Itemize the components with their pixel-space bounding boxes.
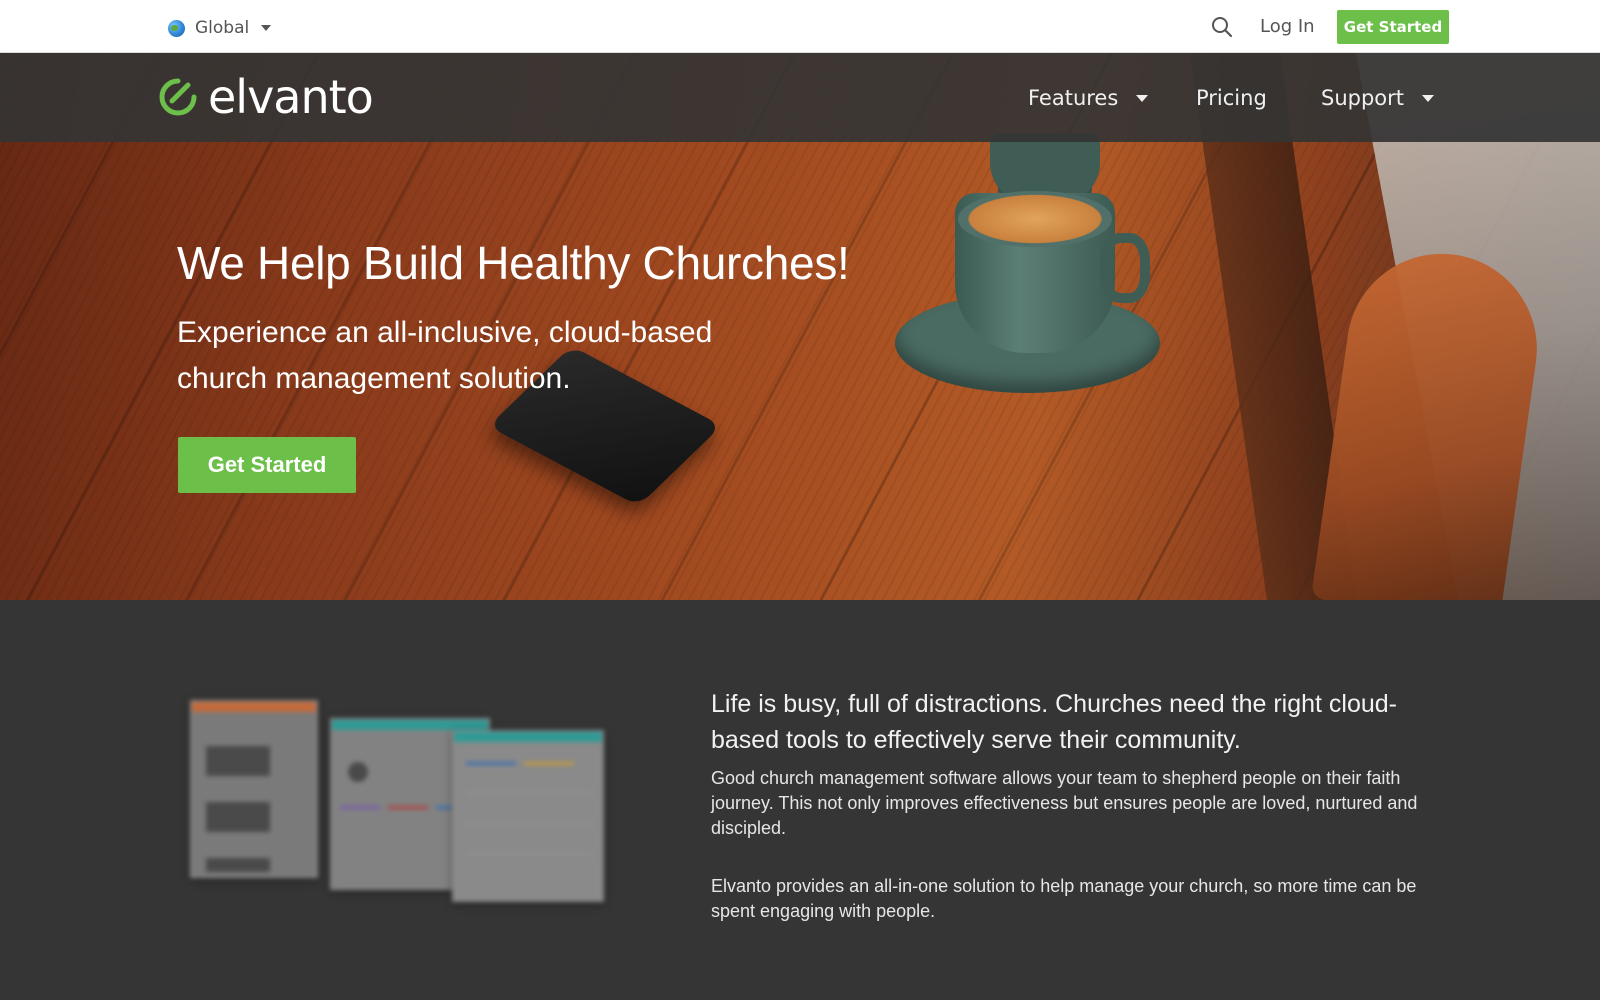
- hero-bg-cup-rim: [958, 191, 1112, 247]
- utility-bar: Global Log In Get Started: [0, 0, 1600, 53]
- main-navbar: elvanto Features Pricing Support: [0, 53, 1600, 142]
- region-label: Global: [195, 18, 250, 38]
- elvanto-logo-icon: [159, 78, 197, 116]
- screenshot-line: [466, 822, 594, 825]
- intro-paragraph-1: Good church management software allows y…: [711, 768, 1418, 838]
- hero-bg-cup-handle: [1100, 233, 1150, 303]
- nav-support-label: Support: [1321, 86, 1405, 110]
- screenshot-left: [190, 700, 318, 878]
- screenshot-line: [524, 762, 574, 765]
- screenshot-bar: [332, 720, 488, 730]
- screenshot-right: [452, 730, 604, 902]
- nav-features[interactable]: Features: [1028, 83, 1149, 113]
- search-button[interactable]: [1210, 15, 1234, 39]
- globe-icon: [168, 19, 185, 37]
- screenshot-line: [466, 792, 594, 795]
- app-screenshots-image: [190, 700, 620, 910]
- screenshot-block: [206, 746, 270, 776]
- nav-features-label: Features: [1028, 86, 1119, 110]
- screenshot-line: [388, 806, 428, 809]
- search-icon: [1212, 17, 1233, 38]
- screenshot-avatar: [348, 762, 368, 782]
- logo-link[interactable]: elvanto: [158, 70, 374, 124]
- get-started-hero-button[interactable]: Get Started: [178, 437, 356, 493]
- nav-support[interactable]: Support: [1321, 83, 1435, 113]
- hero-subtitle: Experience an all-inclusive, cloud-based…: [177, 316, 713, 395]
- hero-title: We Help Build Healthy Churches!: [177, 237, 850, 289]
- screenshot-block: [206, 802, 270, 832]
- login-link[interactable]: Log In: [1260, 14, 1315, 40]
- chevron-down-icon: [1422, 94, 1435, 102]
- nav-pricing[interactable]: Pricing: [1196, 83, 1267, 113]
- chevron-down-icon: [1136, 94, 1149, 102]
- screenshot-line: [340, 806, 380, 809]
- screenshot-line: [466, 852, 594, 855]
- nav-pricing-label: Pricing: [1196, 86, 1267, 110]
- get-started-top-button[interactable]: Get Started: [1337, 10, 1449, 44]
- logo-wordmark: elvanto: [208, 70, 374, 124]
- screenshot-bar: [192, 702, 316, 712]
- screenshot-block: [206, 858, 270, 872]
- intro-section: Life is busy, full of distractions. Chur…: [0, 600, 1600, 1000]
- screenshot-bar: [454, 732, 602, 742]
- intro-lead-text: Life is busy, full of distractions. Chur…: [711, 690, 1397, 754]
- screenshot-line: [466, 762, 516, 765]
- region-selector[interactable]: Global: [168, 14, 272, 42]
- chevron-down-icon: [261, 25, 272, 31]
- intro-paragraph-2: Elvanto provides an all-in-one solution …: [711, 876, 1417, 921]
